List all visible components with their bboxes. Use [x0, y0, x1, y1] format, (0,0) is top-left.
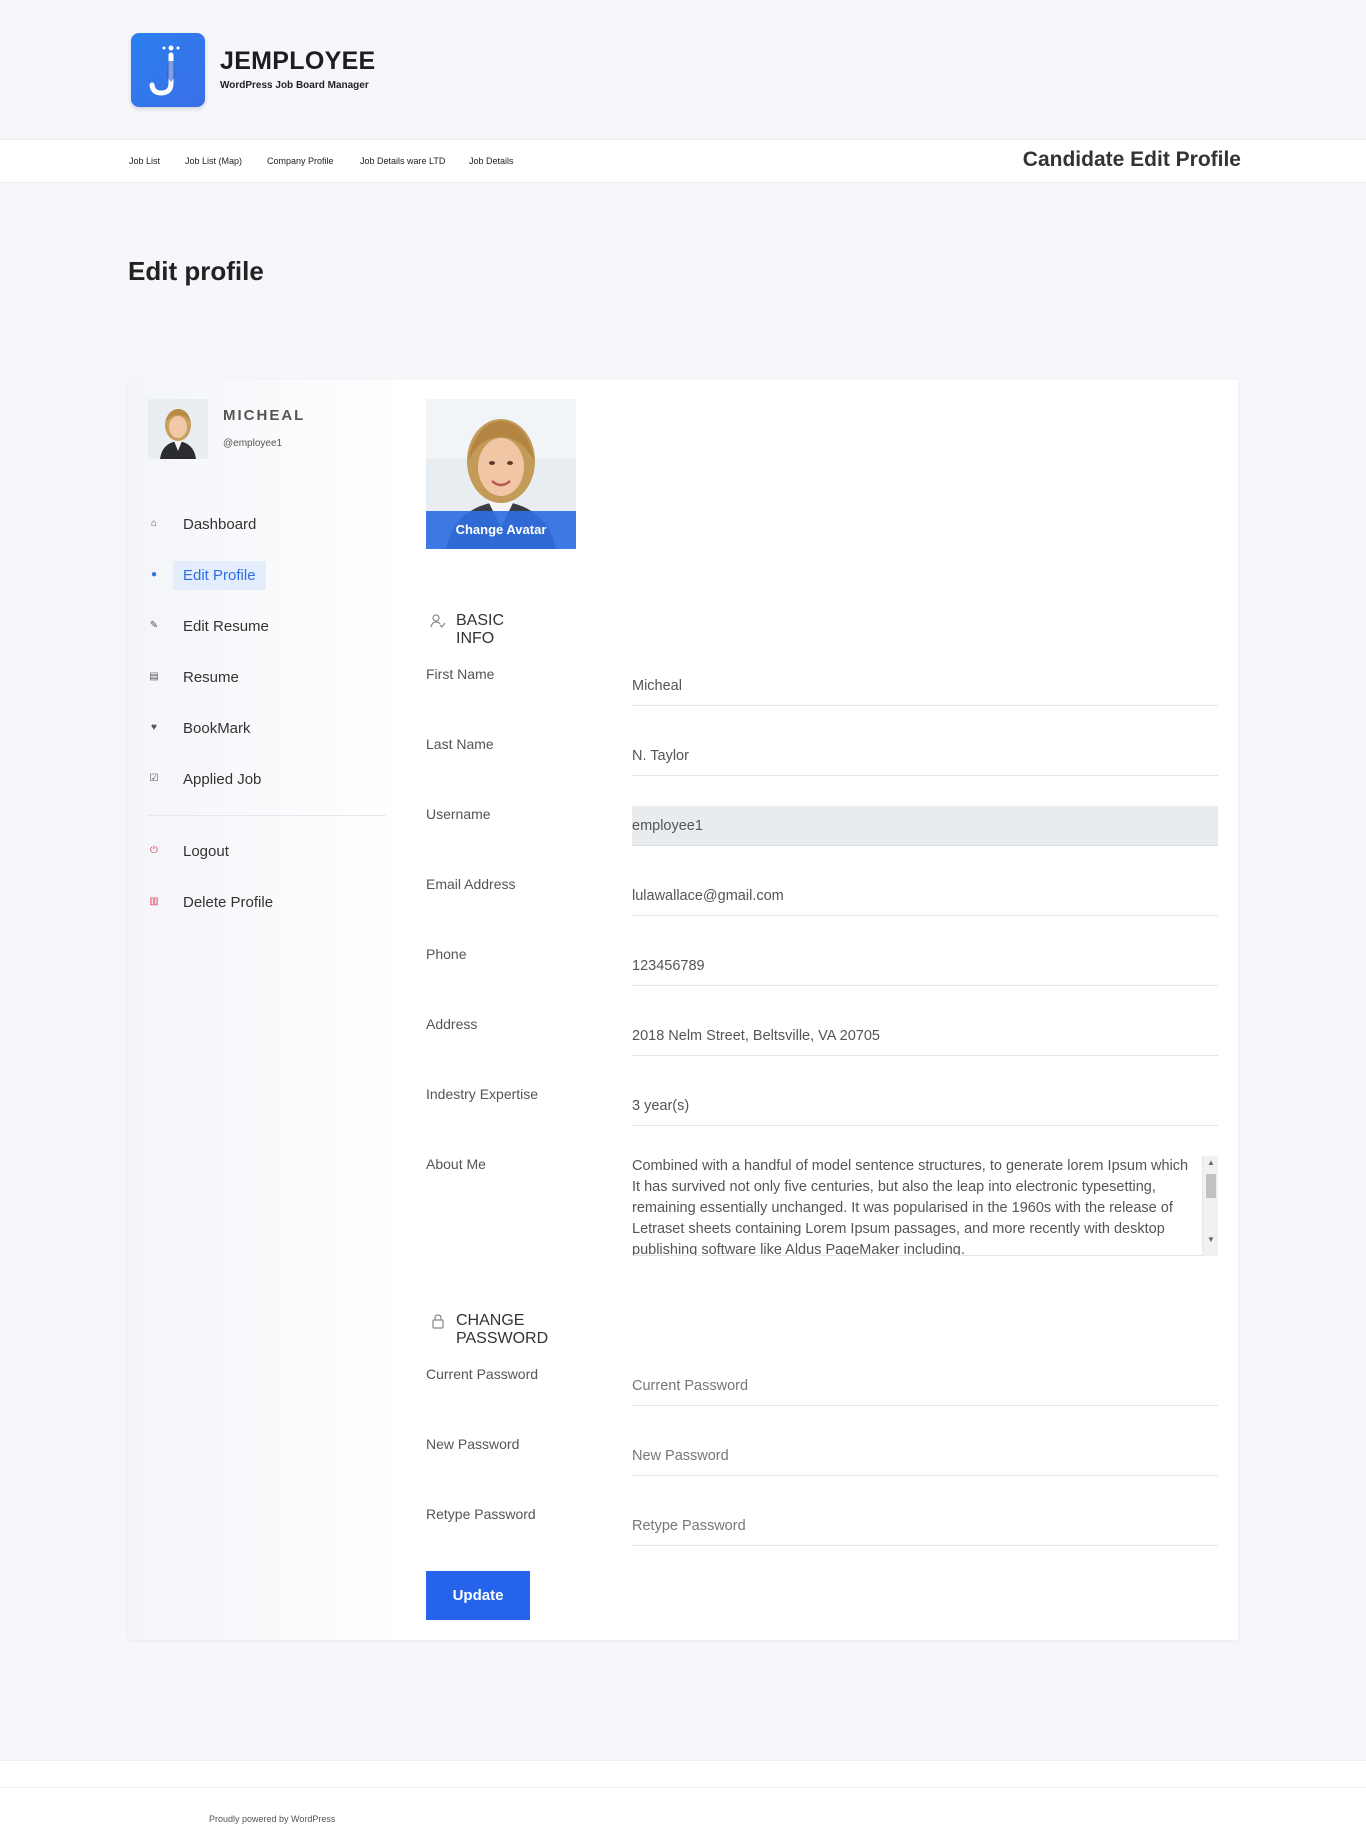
sidebar-item-edit-profile[interactable]: ● Edit Profile [148, 561, 388, 591]
profile-handle: @employee1 [223, 438, 283, 449]
email-row: Email Address [426, 876, 1218, 926]
edit-icon: ✎ [149, 620, 159, 631]
profile-name: MICHEAL [223, 407, 306, 424]
nav-link-company-profile[interactable]: Company Profile [267, 156, 334, 166]
first-name-field[interactable] [632, 666, 1218, 706]
brand-tagline: WordPress Job Board Manager [220, 80, 369, 91]
retype-password-field[interactable] [632, 1506, 1218, 1546]
sidebar-item-label: Dashboard [183, 516, 257, 533]
sidebar-item-resume[interactable]: ▤ Resume [148, 663, 388, 693]
user-check-icon [430, 614, 446, 628]
address-label: Address [426, 1016, 478, 1032]
logo-icon[interactable] [131, 33, 205, 107]
last-name-label: Last Name [426, 736, 494, 752]
site-header: JEMPLOYEE WordPress Job Board Manager [0, 0, 1366, 139]
sidebar: MICHEAL @employee1 ⌂ Dashboard ● Edit Pr… [128, 380, 406, 1640]
scroll-thumb[interactable] [1206, 1174, 1216, 1198]
first-name-label: First Name [426, 666, 495, 682]
username-field [632, 806, 1218, 846]
sidebar-item-dashboard[interactable]: ⌂ Dashboard [148, 510, 388, 540]
phone-label: Phone [426, 946, 467, 962]
new-password-row: New Password [426, 1436, 1218, 1486]
sidebar-item-edit-resume[interactable]: ✎ Edit Resume [148, 612, 388, 642]
page-title: Edit profile [128, 256, 264, 286]
sidebar-item-label: Delete Profile [183, 894, 274, 911]
check-square-icon: ☑ [149, 773, 159, 784]
avatar [148, 399, 208, 459]
sidebar-item-label: Edit Profile [173, 561, 266, 590]
page-heading: Candidate Edit Profile [1022, 148, 1241, 171]
user-icon: ● [150, 569, 158, 580]
about-label: About Me [426, 1156, 486, 1172]
sidebar-item-label: Edit Resume [183, 618, 269, 635]
lock-icon [432, 1314, 444, 1329]
username-label: Username [426, 806, 491, 822]
sidebar-item-delete-profile[interactable]: ▥ Delete Profile [148, 888, 388, 918]
section-title: BASIC INFO [456, 612, 505, 647]
file-icon: ▤ [149, 671, 159, 682]
update-button[interactable]: Update [426, 1571, 530, 1620]
address-row: Address [426, 1016, 1218, 1066]
sidebar-item-label: Logout [183, 843, 229, 860]
nav-link-job-details-ware[interactable]: Job Details ware LTD [360, 156, 445, 166]
expertise-field[interactable] [632, 1086, 1218, 1126]
sidebar-divider [148, 815, 386, 816]
edit-profile-form: Change Avatar BASIC INFO First Name Last… [406, 380, 1238, 1640]
retype-password-row: Retype Password [426, 1506, 1218, 1556]
footer-divider [0, 1787, 1366, 1788]
brand-name[interactable]: JEMPLOYEE [220, 47, 376, 76]
first-name-row: First Name [426, 666, 1218, 716]
change-avatar-button[interactable]: Change Avatar [426, 511, 576, 549]
email-label: Email Address [426, 876, 516, 892]
trash-icon: ▥ [149, 896, 159, 907]
current-password-row: Current Password [426, 1366, 1218, 1416]
last-name-field[interactable] [632, 736, 1218, 776]
username-row: Username [426, 806, 1218, 856]
sidebar-item-bookmark[interactable]: ♥ BookMark [148, 714, 388, 744]
current-password-field[interactable] [632, 1366, 1218, 1406]
nav-link-job-list[interactable]: Job List [129, 156, 160, 166]
scroll-down-icon[interactable]: ▼ [1207, 1235, 1215, 1244]
nav-link-job-list-map[interactable]: Job List (Map) [185, 156, 242, 166]
power-icon: ⏻ [150, 845, 158, 856]
about-row: About Me Combined with a handful of mode… [426, 1156, 1218, 1266]
main-nav: Job List Job List (Map) Company Profile … [0, 139, 1366, 183]
address-field[interactable] [632, 1016, 1218, 1056]
sidebar-item-logout[interactable]: ⏻ Logout [148, 837, 388, 867]
heart-icon: ♥ [151, 722, 157, 733]
phone-row: Phone [426, 946, 1218, 996]
sidebar-item-label: Resume [183, 669, 239, 686]
nav-link-job-details[interactable]: Job Details [469, 156, 514, 166]
sidebar-item-label: Applied Job [183, 771, 262, 788]
home-icon: ⌂ [150, 518, 158, 529]
sidebar-item-applied-job[interactable]: ☑ Applied Job [148, 765, 388, 795]
about-textarea[interactable]: Combined with a handful of model sentenc… [632, 1156, 1218, 1256]
new-password-label: New Password [426, 1436, 520, 1452]
expertise-label: Indestry Expertise [426, 1086, 539, 1102]
new-password-field[interactable] [632, 1436, 1218, 1476]
section-title: CHANGE PASSWORD [456, 1312, 549, 1347]
current-password-label: Current Password [426, 1366, 539, 1382]
site-footer: Proudly powered by WordPress [0, 1760, 1366, 1847]
sidebar-item-label: BookMark [183, 720, 251, 737]
email-field[interactable] [632, 876, 1218, 916]
scroll-up-icon[interactable]: ▲ [1207, 1158, 1215, 1167]
last-name-row: Last Name [426, 736, 1218, 786]
profile-photo: Change Avatar [426, 399, 576, 549]
footer-credit[interactable]: Proudly powered by WordPress [209, 1814, 335, 1824]
profile-card: MICHEAL @employee1 ⌂ Dashboard ● Edit Pr… [128, 380, 1238, 1640]
expertise-row: Indestry Expertise [426, 1086, 1218, 1136]
textarea-scrollbar[interactable]: ▲ ▼ [1202, 1156, 1218, 1256]
phone-field[interactable] [632, 946, 1218, 986]
retype-password-label: Retype Password [426, 1506, 536, 1522]
